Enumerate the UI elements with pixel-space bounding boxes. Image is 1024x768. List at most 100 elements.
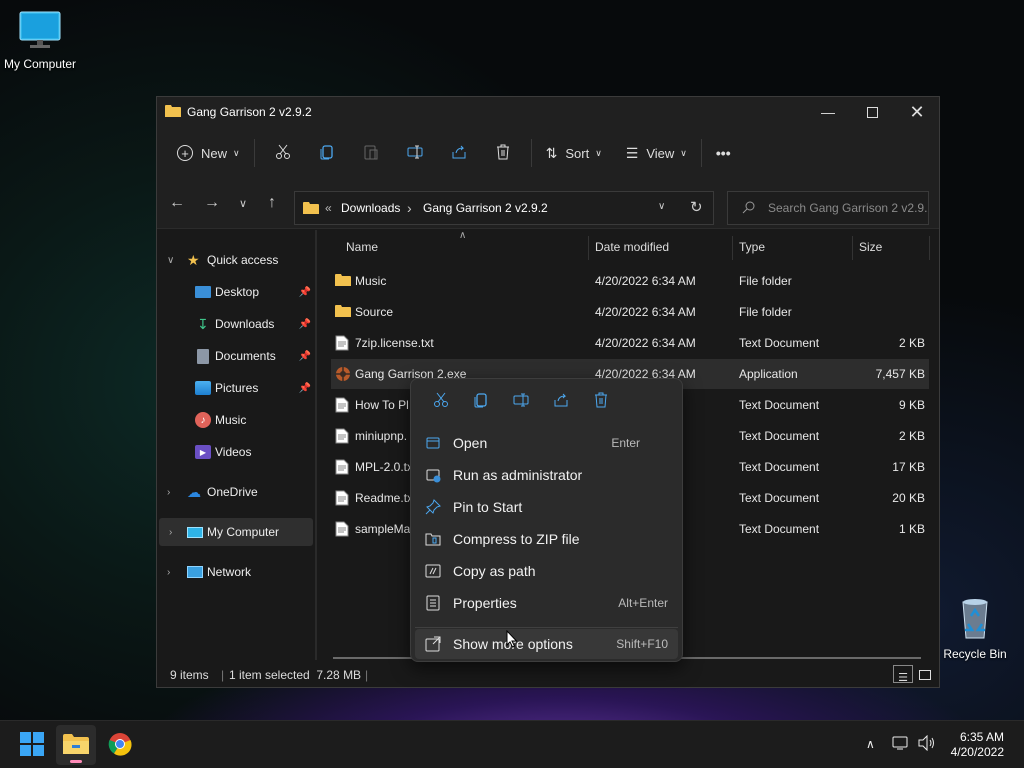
trash-icon (495, 144, 511, 163)
nav-videos[interactable]: ▶ Videos (157, 438, 315, 466)
menu-item-shortcut: Shift+F10 (616, 637, 668, 651)
paste-button[interactable] (349, 137, 393, 169)
menu-item-properties[interactable]: Properties Alt+Enter (415, 588, 678, 618)
new-button[interactable]: + New ∨ (169, 137, 248, 169)
network-icon (187, 566, 203, 578)
column-divider[interactable] (929, 236, 930, 260)
menu-item-open[interactable]: Open Enter (415, 428, 678, 458)
breadcrumb-current[interactable]: Gang Garrison 2 v2.9.2 (423, 201, 548, 215)
music-icon: ♪ (195, 412, 211, 428)
menu-item-label: Copy as path (453, 563, 536, 579)
taskbar: ∧ 6:35 AM 4/20/2022 (0, 720, 1024, 768)
rename-button[interactable] (501, 389, 541, 413)
column-divider[interactable] (732, 236, 733, 260)
folder-icon (165, 104, 181, 121)
up-button[interactable]: ↑ (258, 189, 286, 217)
breadcrumb-downloads[interactable]: Downloads (341, 201, 400, 215)
nav-pictures[interactable]: Pictures 📌 (157, 374, 315, 402)
back-button[interactable]: ← (163, 189, 191, 217)
chevron-right-icon: › (167, 486, 171, 498)
nav-onedrive[interactable]: › ☁ OneDrive (157, 478, 315, 506)
column-divider[interactable] (852, 236, 853, 260)
menu-item-run-as-admin[interactable]: Run as administrator (415, 460, 678, 490)
nav-downloads[interactable]: ↧ Downloads 📌 (157, 310, 315, 338)
copy-button[interactable] (305, 137, 349, 169)
nav-label: Documents (215, 349, 276, 363)
copy-button[interactable] (461, 389, 501, 413)
rename-icon (407, 144, 423, 163)
file-name: Source (355, 305, 394, 319)
cut-button[interactable] (261, 137, 305, 169)
nav-my-computer[interactable]: › My Computer (159, 518, 313, 546)
videos-icon: ▶ (195, 445, 211, 459)
file-name: MPL-2.0.tx (355, 460, 414, 474)
file-row[interactable]: Music 4/20/2022 6:34 AM File folder (331, 266, 929, 296)
start-button[interactable] (12, 725, 52, 765)
file-size: 2 KB (898, 336, 925, 350)
menu-item-pin-to-start[interactable]: Pin to Start (415, 492, 678, 522)
search-box[interactable]: Search Gang Garrison 2 v2.9.2 (727, 191, 929, 225)
chevron-up-icon[interactable]: ∧ (866, 737, 875, 751)
file-type: Application (739, 367, 798, 381)
column-header-size[interactable]: Size (859, 240, 882, 254)
desktop-icon (195, 286, 211, 298)
file-name: How To Pl (355, 398, 409, 412)
file-row[interactable]: 7zip.license.txt 4/20/2022 6:34 AM Text Do… (331, 328, 929, 358)
nav-desktop[interactable]: Desktop 📌 (157, 278, 315, 306)
documents-icon (197, 348, 209, 364)
file-size: 1 KB (898, 522, 925, 536)
column-header-date[interactable]: Date modified (595, 240, 669, 254)
nav-music[interactable]: ♪ Music (157, 406, 315, 434)
maximize-button[interactable] (849, 97, 895, 127)
network-status-icon[interactable] (892, 735, 910, 754)
nav-quick-access[interactable]: ∨ ★ Quick access (157, 246, 315, 274)
volume-icon[interactable] (918, 734, 936, 754)
active-indicator (70, 760, 82, 763)
clock[interactable]: 6:35 AM 4/20/2022 (951, 730, 1004, 760)
chevron-down-icon[interactable]: ∨ (658, 201, 665, 212)
minimize-button[interactable]: — (805, 97, 851, 127)
overflow-chevron[interactable]: « (325, 201, 332, 215)
more-options-button[interactable]: ••• (708, 137, 739, 169)
menu-item-copy-as-path[interactable]: Copy as path (415, 556, 678, 586)
file-row[interactable]: Source 4/20/2022 6:34 AM File folder (331, 297, 929, 327)
delete-button[interactable] (581, 389, 621, 413)
tiles-view-button[interactable] (915, 665, 935, 683)
selection-info: 1 item selected 7.28 MB (229, 668, 362, 682)
cut-button[interactable] (421, 389, 461, 413)
windows-logo-icon (20, 731, 44, 759)
close-button[interactable]: ✕ (894, 97, 940, 127)
file-type: Text Document (739, 429, 820, 443)
title-bar[interactable]: Gang Garrison 2 v2.9.2 — ✕ (157, 97, 939, 127)
column-header-name[interactable]: Name (346, 240, 378, 254)
copy-icon (319, 144, 335, 163)
sort-button[interactable]: ⇅ Sort ∨ (538, 137, 610, 169)
rename-button[interactable] (393, 137, 437, 169)
desktop-icon-recycle-bin[interactable]: Recycle Bin (935, 596, 1015, 661)
nav-label: Videos (215, 445, 252, 459)
column-divider[interactable] (588, 236, 589, 260)
text-file-icon (335, 490, 349, 509)
refresh-icon[interactable]: ↻ (690, 198, 703, 216)
share-button[interactable] (541, 389, 581, 413)
delete-button[interactable] (481, 137, 525, 169)
desktop-icon-my-computer[interactable]: My Computer (0, 10, 80, 71)
text-file-icon (335, 428, 349, 447)
menu-item-show-more-options[interactable]: Show more options Shift+F10 (415, 629, 678, 659)
forward-button[interactable]: → (198, 189, 226, 217)
nav-documents[interactable]: Documents 📌 (157, 342, 315, 370)
menu-item-compress-zip[interactable]: Compress to ZIP file (415, 524, 678, 554)
share-button[interactable] (437, 137, 481, 169)
taskbar-chrome[interactable] (100, 725, 140, 765)
rename-icon (513, 392, 529, 411)
file-size: 2 KB (898, 429, 925, 443)
view-button[interactable]: ☰ View ∨ (618, 137, 695, 169)
folder-icon (335, 273, 351, 290)
column-header-type[interactable]: Type (739, 240, 765, 254)
nav-network[interactable]: › Network (157, 558, 315, 586)
address-bar[interactable]: « Downloads › Gang Garrison 2 v2.9.2 ∨ ↻ (294, 191, 714, 225)
taskbar-file-explorer[interactable] (56, 725, 96, 765)
details-view-button[interactable]: ☰ (893, 665, 913, 684)
plus-circle-icon: + (177, 145, 193, 161)
recent-locations-button[interactable]: ∨ (229, 189, 257, 217)
